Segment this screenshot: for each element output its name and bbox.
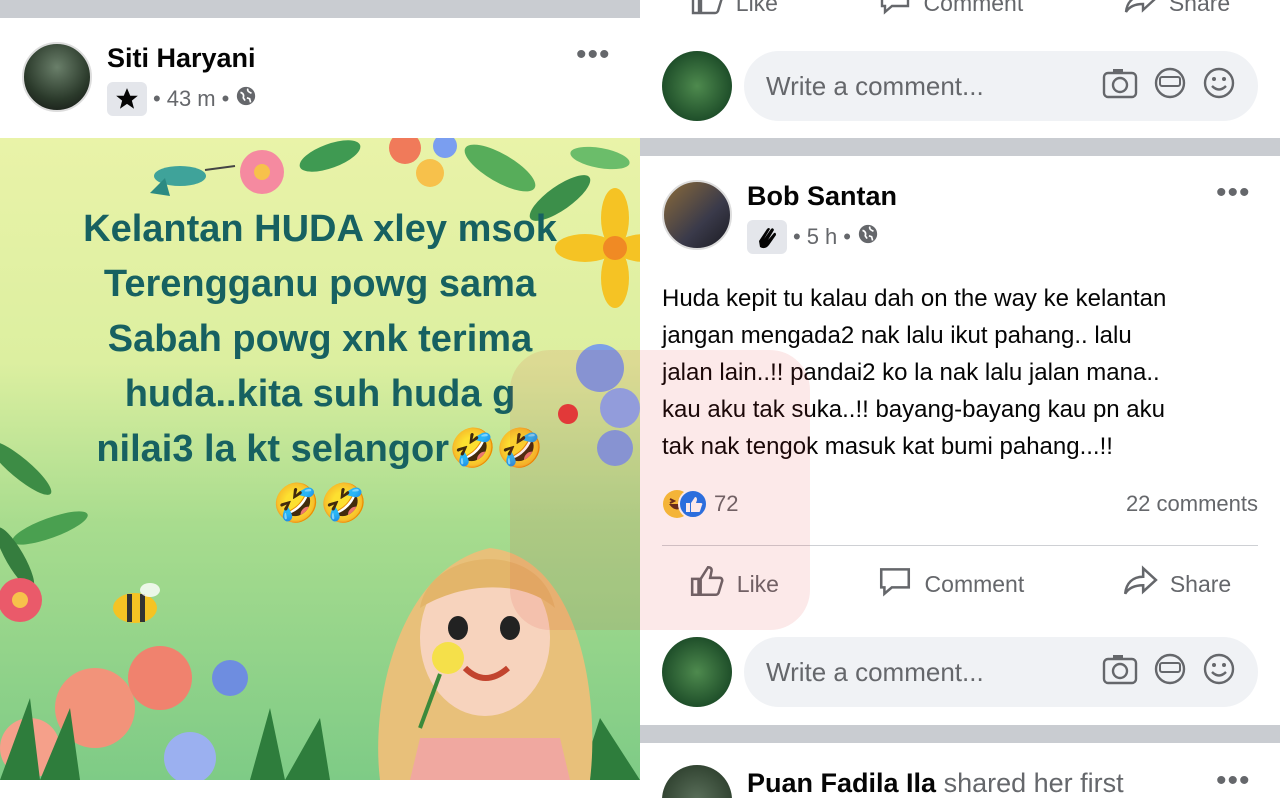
body-line: jangan mengada2 nak lalu ikut pahang.. l… — [662, 322, 1132, 349]
share-button[interactable]: Share — [1122, 564, 1231, 604]
top-share-label: Share — [1168, 0, 1231, 16]
top-like-label: Like — [735, 0, 778, 16]
more-icon[interactable]: ••• — [1216, 178, 1251, 208]
camera-icon[interactable] — [1102, 653, 1138, 692]
top-separator — [0, 0, 640, 18]
reactions-summary[interactable]: 72 — [662, 489, 738, 519]
bob-post-body: Huda kepit tu kalau dah on the way ke ke… — [662, 280, 1262, 465]
body-line: jalan lain..!! pandai2 ko la nak lalu ja… — [662, 359, 1160, 386]
share-icon — [1122, 564, 1158, 604]
right-feed: Like Comment Share Write a comment... Bo… — [640, 0, 1280, 798]
top-comment-label: Comment — [923, 0, 1024, 16]
like-icon — [690, 0, 724, 21]
image-caption-line-5: nilai3 la kt selangor🤣🤣 — [96, 428, 544, 470]
comments-count[interactable]: 22 comments — [1126, 491, 1258, 517]
top-comment-input[interactable]: Write a comment... — [744, 51, 1258, 121]
author-avatar[interactable] — [22, 42, 92, 112]
post-meta: • 43 m • — [107, 82, 257, 116]
bob-avatar[interactable] — [662, 180, 732, 250]
meta-dot: • — [153, 86, 161, 111]
comment-placeholder: Write a comment... — [766, 70, 984, 101]
viewer-avatar[interactable] — [662, 51, 732, 121]
avatar-girl — [378, 548, 593, 780]
divider — [662, 545, 1258, 546]
like-label: Like — [736, 570, 779, 597]
author-name[interactable]: Siti Haryani — [107, 43, 256, 74]
meta-dot-2: • — [221, 86, 230, 111]
feed-separator-1 — [640, 138, 1280, 156]
top-comment-row: Write a comment... — [662, 50, 1258, 122]
bob-author-name[interactable]: Bob Santan — [747, 181, 897, 212]
comment-icon — [878, 0, 912, 21]
comment-input[interactable]: Write a comment... — [744, 637, 1258, 707]
image-caption-line-1: Kelantan HUDA xley msok — [83, 208, 557, 250]
next-post-activity: shared her first — [943, 768, 1124, 798]
feed-separator-2 — [640, 725, 1280, 743]
reaction-icons — [662, 489, 708, 519]
top-like-button[interactable]: Like — [690, 0, 778, 21]
camera-icon[interactable] — [1102, 67, 1138, 106]
bob-post-time[interactable]: 5 h — [807, 224, 838, 250]
meta-dot: • — [793, 224, 801, 249]
left-post: Siti Haryani • 43 m • ••• Kelantan HUDA … — [0, 0, 640, 798]
next-post-author[interactable]: Puan Fadila Ila — [747, 768, 936, 798]
post-time[interactable]: 43 m — [167, 86, 216, 112]
gif-icon[interactable] — [1152, 653, 1188, 692]
wave-icon — [747, 220, 787, 254]
next-post-header: Puan Fadila Ila shared her first — [747, 768, 1124, 798]
smiley-icon[interactable] — [1202, 66, 1236, 107]
top-share-button[interactable]: Share — [1123, 0, 1230, 21]
globe-icon — [857, 223, 879, 251]
bob-post-meta: • 5 h • — [747, 220, 879, 254]
reaction-count: 72 — [714, 491, 739, 516]
share-icon — [1123, 0, 1157, 21]
image-caption-line-2: Terengganu powg sama — [103, 263, 537, 305]
body-line: tak nak tengok masuk kat bumi pahang...!… — [662, 433, 1113, 460]
reaction-bar: 72 22 comments — [662, 488, 1258, 520]
globe-icon — [235, 85, 257, 113]
like-button[interactable]: Like — [689, 564, 779, 604]
image-caption-line-6: 🤣🤣 — [272, 483, 368, 525]
share-label: Share — [1169, 570, 1232, 597]
comment-icon — [877, 564, 913, 604]
comment-row: Write a comment... — [662, 636, 1258, 708]
comment-label: Comment — [924, 570, 1025, 597]
post-image[interactable]: Kelantan HUDA xley msok Terengganu powg … — [0, 138, 640, 780]
body-line: kau aku tak suka..!! bayang-bayang kau p… — [662, 396, 1166, 423]
post-action-bar: Like Comment Share — [640, 562, 1280, 606]
more-icon[interactable]: ••• — [576, 40, 611, 70]
body-line: Huda kepit tu kalau dah on the way ke ke… — [662, 285, 1167, 312]
comment-placeholder: Write a comment... — [766, 656, 984, 687]
like-icon — [689, 564, 725, 604]
more-icon[interactable]: ••• — [1216, 766, 1251, 796]
image-caption-line-3: Sabah powg xnk terima — [107, 318, 533, 360]
top-action-bar: Like Comment Share — [640, 0, 1280, 18]
screenshot: Siti Haryani • 43 m • ••• Kelantan HUDA … — [0, 0, 1280, 798]
meta-dot-2: • — [843, 224, 851, 249]
viewer-avatar[interactable] — [662, 637, 732, 707]
like-reaction-icon — [678, 489, 708, 519]
star-icon — [107, 82, 147, 116]
smiley-icon[interactable] — [1202, 652, 1236, 693]
image-caption-line-4: huda..kita suh huda g — [124, 373, 516, 415]
next-post-avatar[interactable] — [662, 765, 732, 798]
top-comment-button[interactable]: Comment — [878, 0, 1024, 21]
gif-icon[interactable] — [1152, 67, 1188, 106]
comment-button[interactable]: Comment — [877, 564, 1025, 604]
